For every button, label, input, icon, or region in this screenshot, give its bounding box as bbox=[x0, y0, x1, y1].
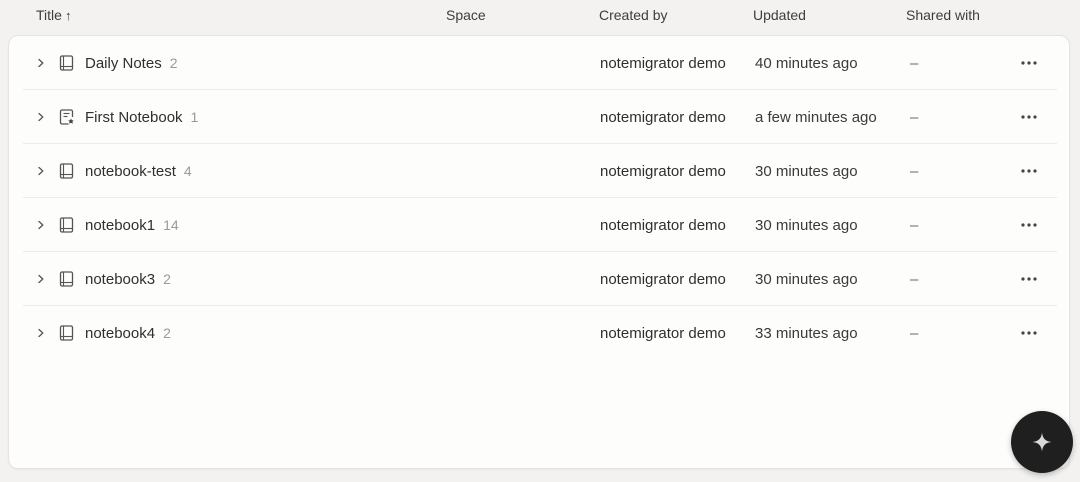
more-options-icon[interactable] bbox=[1017, 252, 1041, 306]
table-row[interactable]: notebook3 2 notemigrator demo 30 minutes… bbox=[23, 252, 1057, 306]
notebook-name[interactable]: notebook3 2 bbox=[85, 252, 171, 306]
note-count: 2 bbox=[163, 271, 171, 287]
updated-cell: 30 minutes ago bbox=[755, 216, 858, 234]
column-header-title-label: Title bbox=[36, 7, 62, 23]
column-header-updated[interactable]: Updated bbox=[753, 7, 806, 23]
column-header-shared-with[interactable]: Shared with bbox=[906, 7, 980, 23]
note-count: 4 bbox=[183, 163, 192, 179]
notebook-name-label: notebook4 bbox=[85, 324, 156, 342]
expand-chevron-icon[interactable] bbox=[35, 144, 47, 198]
more-options-icon[interactable] bbox=[1017, 306, 1041, 360]
column-header-title[interactable]: Title ↑ bbox=[36, 7, 71, 23]
shared-with-cell: – bbox=[910, 270, 919, 288]
notebook-table: Daily Notes 2 notemigrator demo 40 minut… bbox=[8, 35, 1070, 469]
table-row[interactable]: Daily Notes 2 notemigrator demo 40 minut… bbox=[23, 36, 1057, 90]
updated-cell: 30 minutes ago bbox=[755, 162, 858, 180]
sort-ascending-icon: ↑ bbox=[64, 7, 72, 23]
shared-with-cell: – bbox=[910, 324, 919, 342]
notebook-icon bbox=[58, 252, 74, 306]
expand-chevron-icon[interactable] bbox=[35, 36, 47, 90]
note-count: 2 bbox=[169, 55, 178, 71]
more-options-icon[interactable] bbox=[1017, 144, 1041, 198]
created-by-cell: notemigrator demo bbox=[600, 108, 726, 126]
notebook-name-label: notebook1 bbox=[85, 216, 156, 234]
notebook-name-label: First Notebook bbox=[85, 108, 183, 126]
updated-cell: 30 minutes ago bbox=[755, 270, 858, 288]
default-notebook-icon bbox=[58, 90, 74, 144]
sparkle-icon bbox=[1032, 432, 1052, 452]
table-row[interactable]: notebook1 14 notemigrator demo 30 minute… bbox=[23, 198, 1057, 252]
note-count: 1 bbox=[190, 109, 199, 125]
more-options-icon[interactable] bbox=[1017, 36, 1041, 90]
created-by-cell: notemigrator demo bbox=[600, 54, 726, 72]
expand-chevron-icon[interactable] bbox=[35, 306, 47, 360]
more-options-icon[interactable] bbox=[1017, 90, 1041, 144]
updated-cell: 33 minutes ago bbox=[755, 324, 858, 342]
expand-chevron-icon[interactable] bbox=[35, 198, 47, 252]
notebook-icon bbox=[58, 198, 74, 252]
created-by-cell: notemigrator demo bbox=[600, 216, 726, 234]
note-count: 14 bbox=[163, 217, 179, 233]
column-header-created-by[interactable]: Created by bbox=[599, 7, 667, 23]
notebook-name-label: notebook-test bbox=[85, 162, 176, 180]
created-by-cell: notemigrator demo bbox=[600, 324, 726, 342]
notebook-icon bbox=[58, 306, 74, 360]
notebook-name[interactable]: notebook-test 4 bbox=[85, 144, 192, 198]
notebook-name[interactable]: notebook1 14 bbox=[85, 198, 179, 252]
more-options-icon[interactable] bbox=[1017, 198, 1041, 252]
table-row[interactable]: notebook4 2 notemigrator demo 33 minutes… bbox=[23, 306, 1057, 360]
notebook-icon bbox=[58, 144, 74, 198]
note-count: 2 bbox=[163, 325, 171, 341]
shared-with-cell: – bbox=[910, 54, 919, 72]
notebook-name-label: notebook3 bbox=[85, 270, 156, 288]
table-header: Title ↑ Space Created by Updated Shared … bbox=[0, 0, 1080, 30]
table-row[interactable]: First Notebook 1 notemigrator demo a few… bbox=[23, 90, 1057, 144]
shared-with-cell: – bbox=[910, 216, 919, 234]
ai-assistant-button[interactable] bbox=[1011, 411, 1073, 473]
table-row[interactable]: notebook-test 4 notemigrator demo 30 min… bbox=[23, 144, 1057, 198]
notebook-name-label: Daily Notes bbox=[85, 54, 162, 72]
created-by-cell: notemigrator demo bbox=[600, 270, 726, 288]
expand-chevron-icon[interactable] bbox=[35, 90, 47, 144]
expand-chevron-icon[interactable] bbox=[35, 252, 47, 306]
column-header-space[interactable]: Space bbox=[446, 7, 486, 23]
notebook-icon bbox=[58, 36, 74, 90]
shared-with-cell: – bbox=[910, 108, 919, 126]
shared-with-cell: – bbox=[910, 162, 919, 180]
updated-cell: a few minutes ago bbox=[755, 108, 877, 126]
notebook-name[interactable]: Daily Notes 2 bbox=[85, 36, 178, 90]
updated-cell: 40 minutes ago bbox=[755, 54, 858, 72]
notebook-name[interactable]: First Notebook 1 bbox=[85, 90, 198, 144]
created-by-cell: notemigrator demo bbox=[600, 162, 726, 180]
notebook-name[interactable]: notebook4 2 bbox=[85, 306, 171, 360]
